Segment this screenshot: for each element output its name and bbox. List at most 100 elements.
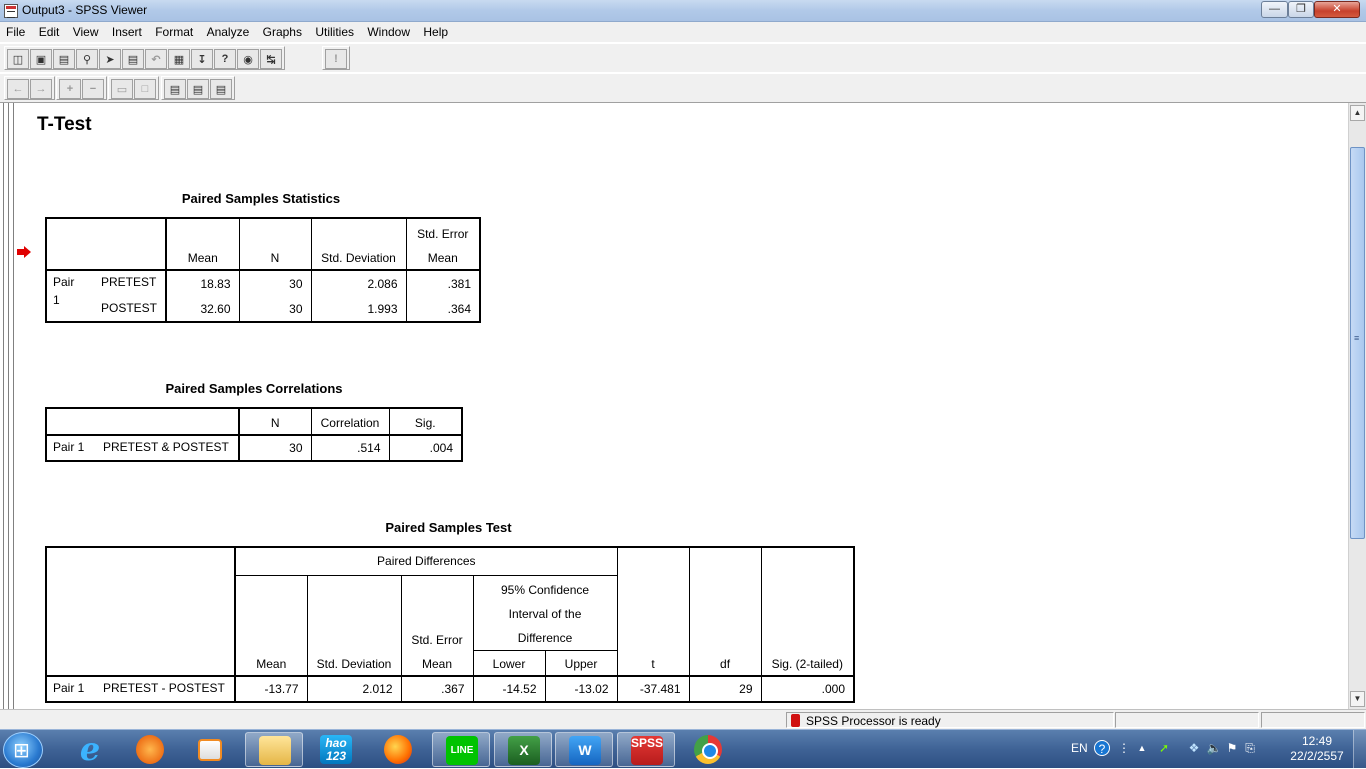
expand-icon[interactable]: + xyxy=(59,79,81,99)
print-icon[interactable]: ▤ xyxy=(53,49,75,69)
select-last-output-icon[interactable]: ↹ xyxy=(260,49,282,69)
show-desktop-button[interactable] xyxy=(1353,730,1366,769)
undo-icon[interactable]: ↶ xyxy=(145,49,167,69)
collapse-icon[interactable]: − xyxy=(82,79,104,99)
goto-case-icon[interactable]: ↧ xyxy=(191,49,213,69)
scroll-up-icon[interactable]: ▲ xyxy=(1350,105,1365,121)
corner-cell xyxy=(45,217,167,271)
menu-view[interactable]: View xyxy=(68,22,104,42)
insert-text-icon[interactable]: ▤ xyxy=(210,79,232,99)
vertical-scrollbar[interactable]: ▲ ▼ xyxy=(1348,103,1366,709)
pair-label: Pair 1 xyxy=(53,440,85,454)
paired-samples-test-table[interactable]: Paired Differences t df Sig. (2-tailed) … xyxy=(45,546,856,703)
network-icon[interactable]: ⋮ xyxy=(1116,740,1132,756)
title-bar: Output3 - SPSS Viewer — ❐ ✕ xyxy=(0,0,1366,22)
menu-help[interactable]: Help xyxy=(418,22,453,42)
insert-heading-icon[interactable]: ▤ xyxy=(164,79,186,99)
cell-sd: 2.012 xyxy=(306,675,402,703)
table-row: 1 POSTEST 32.60 30 1.993 .364 xyxy=(45,293,481,323)
taskbar-chrome[interactable] xyxy=(679,732,737,767)
ttest-heading[interactable]: T-Test xyxy=(37,114,92,136)
menu-analyze[interactable]: Analyze xyxy=(202,22,255,42)
corner-cell xyxy=(45,407,240,436)
col-header-std-deviation: Std. Deviation xyxy=(310,217,407,271)
taskbar-media-app[interactable] xyxy=(121,732,179,767)
menu-format[interactable]: Format xyxy=(150,22,198,42)
help-icon[interactable]: ? xyxy=(1094,740,1110,756)
export-icon[interactable]: ➤ xyxy=(99,49,121,69)
scroll-thumb[interactable] xyxy=(1350,147,1365,539)
menu-edit[interactable]: Edit xyxy=(34,22,65,42)
taskbar-firefox[interactable] xyxy=(369,732,427,767)
print-preview-icon[interactable]: ⚲ xyxy=(76,49,98,69)
hide-icon[interactable]: □ xyxy=(134,79,156,99)
status-message: SPSS Processor is ready xyxy=(806,714,941,728)
action-center-flag-icon[interactable]: ⚑ xyxy=(1224,740,1240,756)
taskbar-spss[interactable]: SPSS xyxy=(617,732,675,767)
paired-samples-statistics-table[interactable]: Mean N Std. Deviation Std. Error Mean Pa… xyxy=(45,217,481,323)
windows-taskbar: e hao 123 LINE X W SPSS EN ? ⋮ ▲ ➚ ❖ 🔈 ⚑… xyxy=(0,729,1366,769)
promote-icon[interactable]: ← xyxy=(7,79,29,99)
dropbox-icon[interactable]: ❖ xyxy=(1186,740,1202,756)
test-table-title[interactable]: Paired Samples Test xyxy=(45,520,852,535)
minimize-button[interactable]: — xyxy=(1261,1,1288,18)
clock[interactable]: 12:49 22/2/2557 xyxy=(1286,734,1348,764)
output-viewer[interactable]: T-Test Paired Samples Statistics Mean N … xyxy=(0,103,1366,709)
paired-samples-correlations-table[interactable]: N Correlation Sig. Pair 1 PRETEST & POST… xyxy=(45,407,463,462)
toolbar-group-expand: + − xyxy=(56,76,107,100)
table-row: Pair 1 PRETEST & POSTEST 30 .514 .004 xyxy=(45,434,463,462)
recall-dialog-icon[interactable]: ▤ xyxy=(122,49,144,69)
cell-mean: 32.60 xyxy=(165,296,240,323)
line-icon: LINE xyxy=(446,736,478,765)
volume-icon[interactable]: 🔈 xyxy=(1206,740,1222,756)
designate-window-icon[interactable]: ! xyxy=(325,49,347,69)
corr-table-title[interactable]: Paired Samples Correlations xyxy=(45,381,463,396)
demote-icon[interactable]: → xyxy=(30,79,52,99)
menu-window[interactable]: Window xyxy=(362,22,415,42)
col-header-n: N xyxy=(238,217,312,271)
save-icon[interactable]: ▣ xyxy=(30,49,52,69)
stats-table-title[interactable]: Paired Samples Statistics xyxy=(45,191,477,206)
taskbar-hao123[interactable]: hao 123 xyxy=(307,732,365,767)
clock-date: 22/2/2557 xyxy=(1290,749,1344,763)
show-hidden-icons-icon[interactable]: ▲ xyxy=(1134,740,1150,756)
start-button[interactable] xyxy=(3,732,43,768)
corner-cell xyxy=(45,546,236,677)
ci-header-line1: 95% Confidence xyxy=(500,582,590,597)
window-title: Output3 - SPSS Viewer xyxy=(22,3,148,17)
sync-arrows-icon[interactable]: ➚ xyxy=(1156,740,1172,756)
taskbar-explorer[interactable] xyxy=(245,732,303,767)
status-pane-2 xyxy=(1115,712,1259,728)
close-button[interactable]: ✕ xyxy=(1314,1,1360,18)
maximize-button[interactable]: ❐ xyxy=(1288,1,1314,18)
processor-status-icon xyxy=(791,714,800,727)
menu-graphs[interactable]: Graphs xyxy=(258,22,307,42)
var-name: PRETEST - POSTEST xyxy=(103,681,225,695)
taskbar-media-player[interactable] xyxy=(181,732,239,767)
insert-title-icon[interactable]: ▤ xyxy=(187,79,209,99)
taskbar-excel[interactable]: X xyxy=(494,732,552,767)
col-header-n: N xyxy=(238,407,312,436)
taskbar-internet-explorer[interactable]: e xyxy=(61,732,119,767)
use-sets-icon[interactable]: ◉ xyxy=(237,49,259,69)
menu-insert[interactable]: Insert xyxy=(107,22,147,42)
table-row: Pair PRETEST 18.83 30 2.086 .381 xyxy=(45,269,481,296)
clipboard-icon[interactable]: ⎘ xyxy=(1242,740,1258,756)
outline-pane-edge[interactable] xyxy=(0,103,14,709)
menu-file[interactable]: File xyxy=(0,22,30,42)
menu-utilities[interactable]: Utilities xyxy=(310,22,359,42)
open-icon[interactable]: ◫ xyxy=(7,49,29,69)
scroll-down-icon[interactable]: ▼ xyxy=(1350,691,1365,707)
status-pane-3 xyxy=(1261,712,1365,728)
cell-n: 30 xyxy=(238,296,312,323)
language-indicator[interactable]: EN xyxy=(1071,741,1088,755)
taskbar-line[interactable]: LINE xyxy=(432,732,490,767)
internet-explorer-icon: e xyxy=(79,730,101,768)
row-label-posttest: 1 POSTEST xyxy=(45,293,167,323)
variables-icon[interactable]: ? xyxy=(214,49,236,69)
show-icon[interactable]: ▭ xyxy=(111,79,133,99)
taskbar-word[interactable]: W xyxy=(555,732,613,767)
goto-data-icon[interactable]: ▦ xyxy=(168,49,190,69)
cell-mean: -13.77 xyxy=(234,675,308,703)
spss-viewer-icon[interactable] xyxy=(4,4,18,18)
